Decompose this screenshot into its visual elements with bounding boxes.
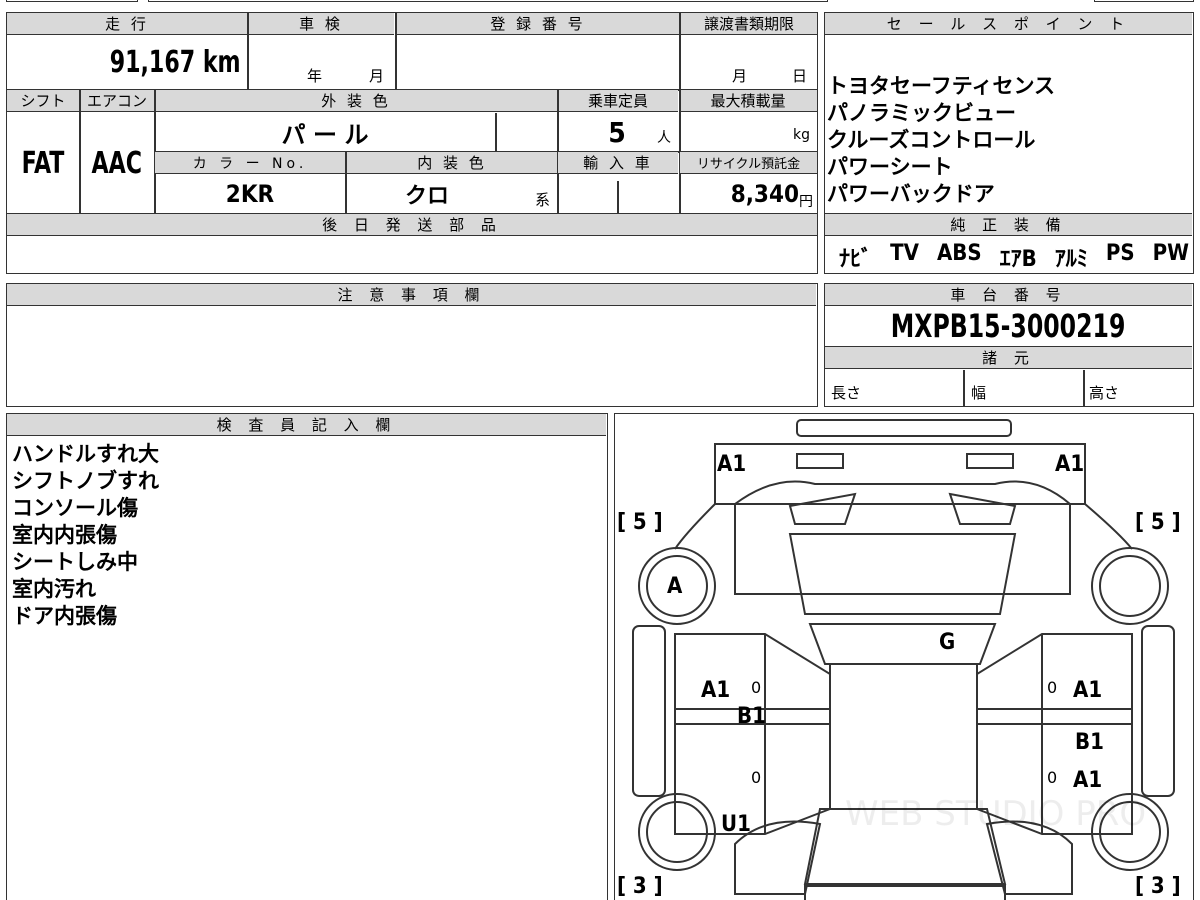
specs-label: 諸 元 [825, 347, 1192, 369]
shift-label: シフト [7, 90, 79, 112]
equipment-list: ﾅﾋﾞ TV ABS ｴｱB ｱﾙﾐ PS PW [839, 241, 1189, 273]
mark-zero: 0 [751, 678, 762, 697]
sales-point-item: パワーバックドア [827, 182, 995, 206]
equipment-item: ｴｱB [999, 247, 1037, 272]
mark-tire-fr: [ 5 ] [1135, 510, 1181, 535]
capacity-label: 乗車定員 [558, 90, 678, 112]
mark-zero: 0 [1047, 768, 1058, 787]
transfer-day-unit: 日 [792, 67, 808, 85]
mark-front-left: A1 [717, 452, 747, 477]
sales-point-item: パワーシート [827, 155, 953, 179]
equipment-item: PS [1105, 241, 1135, 266]
inspector-item: ハンドルすれ大 [12, 442, 159, 466]
spec-height: 高さ [1089, 384, 1120, 402]
mileage-value: 91,167 km [110, 44, 241, 80]
interior-label: 内 装 色 [347, 152, 557, 174]
top-strip-1 [6, 0, 138, 2]
chassis-box: 車 台 番 号 MXPB15-3000219 諸 元 長さ 幅 高さ [824, 283, 1194, 407]
recycle-unit: 円 [799, 194, 813, 210]
sales-point-item: パノラミックビュー [827, 101, 1016, 125]
mark-door-rr: B1 [1075, 730, 1104, 755]
chassis-value: MXPB15-3000219 [891, 307, 1126, 345]
mileage-label: 走 行 [7, 13, 247, 35]
sales-points-label: セ ー ル ス ポ イ ン ト [825, 13, 1192, 35]
sales-points-box: セ ー ル ス ポ イ ン ト トヨタセーフティセンス パノラミックビュー クル… [824, 12, 1194, 274]
colorno-label: カ ラ ー No. [155, 152, 345, 174]
inspector-item: コンソール傷 [12, 496, 138, 520]
sales-point-item: クルーズコントロール [827, 128, 1036, 152]
capacity-value: 5 [608, 115, 626, 149]
shaken-label: 車 検 [248, 13, 394, 35]
top-strip-3 [1094, 0, 1194, 2]
interior-value: クロ [404, 184, 449, 209]
mark-tire-rl: [ 3 ] [617, 874, 663, 899]
shaken-month-unit: 月 [369, 67, 385, 85]
mark-front-right: A1 [1055, 452, 1085, 477]
aircon-label: エアコン [80, 90, 154, 112]
spec-width: 幅 [971, 384, 987, 402]
equipment-item: ﾅﾋﾞ [839, 247, 873, 272]
inspector-list: ハンドルすれ大 シフトノブすれ コンソール傷 室内内張傷 シートしみ中 室内汚れ… [12, 441, 159, 630]
mark-tire-fl: [ 5 ] [617, 510, 663, 535]
equipment-item: TV [890, 241, 919, 266]
notes-label: 注 意 事 項 欄 [7, 284, 816, 306]
mark-wheel-a: A [667, 574, 683, 599]
maxload-unit: kg [793, 127, 810, 143]
transfer-month-unit: 月 [732, 67, 748, 85]
later-parts-label: 後 日 発 送 部 品 [7, 214, 817, 236]
notes-box: 注 意 事 項 欄 [6, 283, 818, 407]
vehicle-info-table: 走 行 車 検 登 録 番 号 譲渡書類期限 91,167 km 年 月 月 日… [6, 12, 818, 274]
exterior-value: パ ー ル [281, 120, 369, 149]
registration-label: 登 録 番 号 [397, 13, 679, 35]
shift-value: FAT [21, 145, 65, 181]
equipment-item: ABS [936, 241, 982, 266]
inspector-item: シートしみ中 [12, 550, 138, 574]
mark-zero: 0 [751, 768, 762, 787]
spec-length: 長さ [831, 384, 862, 402]
exterior-label: 外 装 色 [155, 90, 557, 112]
sales-point-item: トヨタセーフティセンス [827, 74, 1056, 98]
capacity-unit: 人 [657, 130, 671, 146]
mark-door-fl2: B1 [737, 704, 766, 729]
inspector-item: シフトノブすれ [12, 469, 159, 493]
recycle-label: リサイクル預託金 [680, 152, 817, 174]
maxload-label: 最大積載量 [679, 90, 817, 112]
colorno-value: 2KR [225, 180, 275, 208]
inspector-item: ドア内張傷 [12, 604, 117, 628]
inspector-item: 室内汚れ [12, 577, 96, 601]
inspector-item: 室内内張傷 [12, 523, 117, 547]
mark-door-fr: A1 [1073, 678, 1103, 703]
mark-door-fl: A1 [701, 678, 731, 703]
recycle-value: 8,340 [730, 180, 799, 208]
interior-unit: 系 [535, 191, 551, 209]
car-diagram-box: A1 A1 [ 5 ] [ 5 ] A G A1 B1 A1 B1 A1 U1 … [614, 413, 1194, 900]
watermark: WEB STUDIO PRO [845, 794, 1147, 834]
transfer-label: 譲渡書類期限 [681, 13, 817, 35]
mark-rear-left: U1 [721, 812, 751, 837]
shaken-year-unit: 年 [307, 67, 323, 85]
equipment-label: 純 正 装 備 [825, 214, 1192, 236]
chassis-label: 車 台 番 号 [825, 284, 1192, 306]
equipment-item: ｱﾙﾐ [1054, 247, 1088, 272]
mark-door-rr2: A1 [1073, 768, 1103, 793]
equipment-item: PW [1152, 241, 1189, 266]
inspector-label: 検 査 員 記 入 欄 [7, 414, 606, 436]
inspector-box: 検 査 員 記 入 欄 ハンドルすれ大 シフトノブすれ コンソール傷 室内内張傷… [6, 413, 608, 900]
mark-zero: 0 [1047, 678, 1058, 697]
top-strip-2 [148, 0, 828, 2]
mark-glass: G [939, 630, 956, 655]
sales-points-list: トヨタセーフティセンス パノラミックビュー クルーズコントロール パワーシート … [827, 73, 1055, 208]
mark-tire-rr: [ 3 ] [1135, 874, 1181, 899]
import-label: 輸 入 車 [558, 152, 678, 174]
aircon-value: AAC [91, 145, 143, 181]
